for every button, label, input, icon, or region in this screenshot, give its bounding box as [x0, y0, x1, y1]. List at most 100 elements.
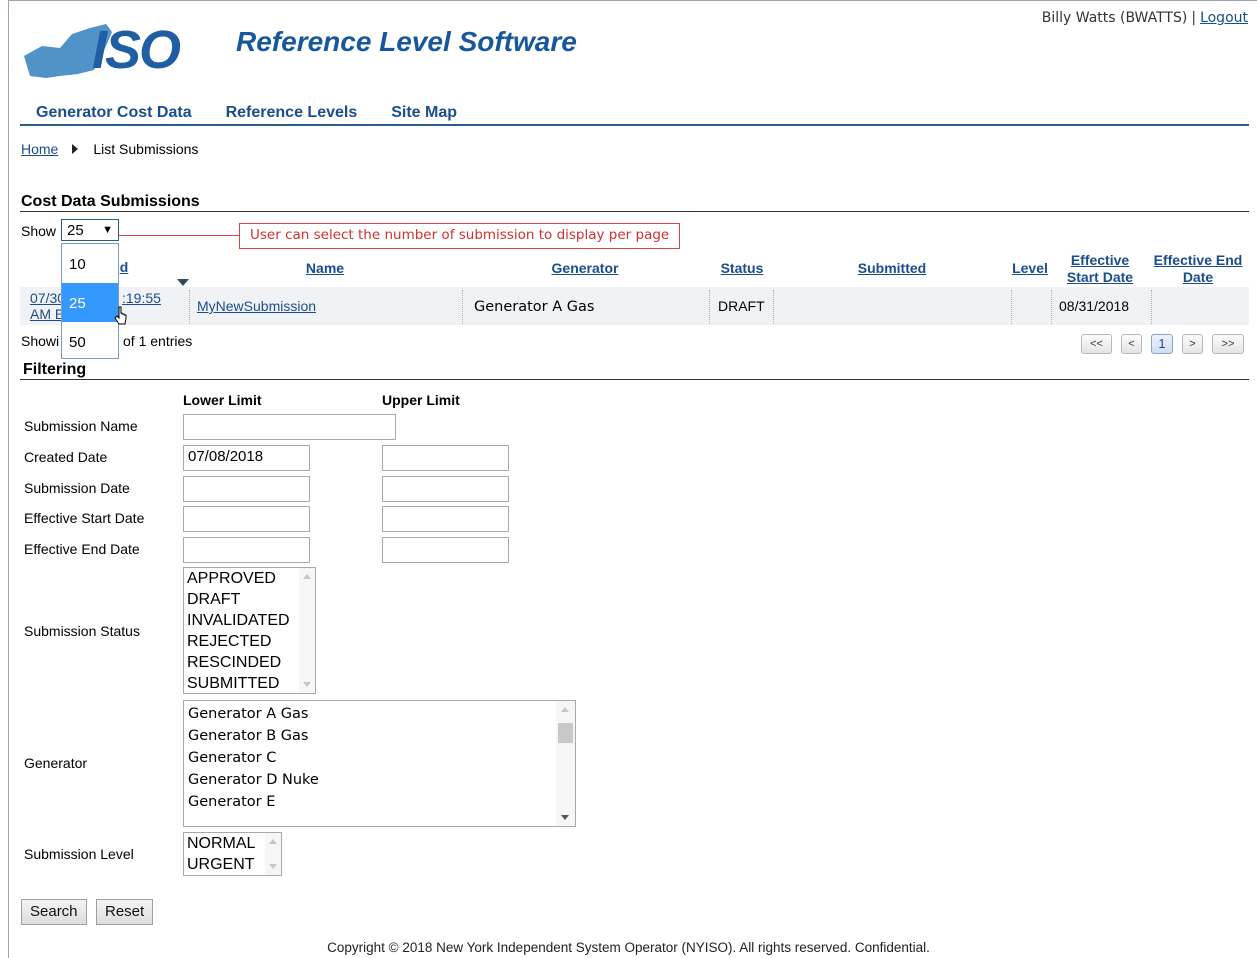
- status-option-invalidated[interactable]: INVALIDATED: [184, 610, 315, 631]
- status-option-draft[interactable]: DRAFT: [184, 589, 315, 610]
- effective-start-lower-input[interactable]: [183, 506, 310, 532]
- submissions-title: Cost Data Submissions: [21, 193, 200, 210]
- breadcrumb-arrow-icon: [72, 144, 79, 154]
- nav-site-map[interactable]: Site Map: [391, 104, 457, 122]
- page-size-option-25[interactable]: 25: [62, 283, 118, 322]
- column-name[interactable]: Name: [275, 260, 375, 277]
- generator-scrollbar[interactable]: [556, 701, 575, 826]
- filtering-title: Filtering: [23, 361, 87, 378]
- scroll-down-icon[interactable]: [269, 864, 277, 869]
- row-created-date-part1[interactable]: 07/30: [30, 290, 65, 306]
- submission-level-listbox[interactable]: NORMAL URGENT: [183, 832, 282, 876]
- pager-first-button[interactable]: <<: [1081, 334, 1112, 354]
- label-submission-name: Submission Name: [24, 418, 138, 434]
- pager-last-button[interactable]: >>: [1212, 334, 1244, 354]
- submissions-divider: [20, 211, 1249, 212]
- generator-option-a-gas[interactable]: Generator A Gas: [184, 703, 575, 725]
- pager-prev-button[interactable]: <: [1121, 334, 1142, 354]
- column-effective-end-date[interactable]: Effective End Date: [1148, 252, 1248, 286]
- annotation-callout: User can select the number of submission…: [239, 223, 681, 249]
- status-scrollbar[interactable]: [299, 568, 315, 693]
- generator-option-e[interactable]: Generator E: [184, 791, 575, 813]
- breadcrumb-current: List Submissions: [93, 141, 199, 157]
- user-name: Billy Watts (BWATTS): [1041, 10, 1188, 26]
- mouse-pointer-icon: [114, 306, 127, 325]
- scroll-up-icon[interactable]: [269, 839, 277, 844]
- nyiso-logo: ISO: [24, 20, 183, 80]
- label-submission-status: Submission Status: [24, 623, 140, 639]
- effective-end-upper-input[interactable]: [382, 537, 509, 563]
- page-size-value: 25: [67, 221, 84, 239]
- column-status[interactable]: Status: [712, 260, 772, 277]
- effective-end-lower-input[interactable]: [183, 537, 310, 563]
- filtering-divider: [20, 379, 1249, 380]
- pager-next-button[interactable]: >: [1182, 334, 1203, 354]
- upper-limit-heading: Upper Limit: [382, 392, 460, 408]
- generator-listbox[interactable]: Generator A Gas Generator B Gas Generato…: [183, 700, 576, 827]
- scroll-thumb[interactable]: [558, 723, 573, 743]
- generator-option-c[interactable]: Generator C: [184, 747, 575, 769]
- main-nav: Generator Cost Data Reference Levels Sit…: [36, 104, 491, 122]
- level-scrollbar[interactable]: [265, 833, 281, 875]
- svg-text:ISO: ISO: [92, 20, 181, 80]
- submission-name-input[interactable]: [183, 414, 396, 440]
- column-effective-start-date[interactable]: Effective Start Date: [1060, 252, 1140, 286]
- footer-copyright: Copyright © 2018 New York Independent Sy…: [327, 940, 930, 955]
- cell-divider: [462, 290, 463, 324]
- user-area: Billy Watts (BWATTS) | Logout: [1042, 10, 1248, 26]
- row-generator: Generator A Gas: [474, 299, 595, 315]
- search-button[interactable]: Search: [21, 899, 87, 925]
- cell-divider: [189, 290, 190, 324]
- effective-start-upper-input[interactable]: [382, 506, 509, 532]
- created-date-lower-input[interactable]: 07/08/2018: [183, 445, 310, 471]
- scroll-up-icon[interactable]: [303, 574, 311, 579]
- breadcrumb-home-link[interactable]: Home: [21, 141, 58, 157]
- callout-connector: [119, 235, 239, 236]
- status-option-approved[interactable]: APPROVED: [184, 568, 315, 589]
- row-status: DRAFT: [718, 298, 765, 314]
- page-size-option-10[interactable]: 10: [62, 244, 118, 283]
- label-submission-level: Submission Level: [24, 846, 134, 862]
- scroll-down-icon[interactable]: [561, 815, 569, 820]
- generator-option-b-gas[interactable]: Generator B Gas: [184, 725, 575, 747]
- column-generator[interactable]: Generator: [535, 260, 635, 277]
- breadcrumb: Home List Submissions: [21, 141, 198, 157]
- page-size-select[interactable]: 25 ▼: [61, 219, 119, 241]
- column-created-partial[interactable]: d: [118, 259, 130, 276]
- label-generator: Generator: [24, 755, 88, 771]
- row-effective-start-date: 08/31/2018: [1059, 298, 1130, 314]
- generator-option-d-nuke[interactable]: Generator D Nuke: [184, 769, 575, 791]
- status-option-rejected[interactable]: REJECTED: [184, 631, 315, 652]
- app-title: Reference Level Software: [236, 26, 577, 57]
- row-created-date-part2[interactable]: :19:55: [122, 290, 161, 306]
- row-created-date-part3[interactable]: AM E: [30, 306, 64, 322]
- scroll-down-icon[interactable]: [303, 682, 311, 687]
- column-submitted[interactable]: Submitted: [842, 260, 942, 277]
- label-created-date: Created Date: [24, 449, 108, 465]
- entries-info-end: of 1 entries: [123, 333, 193, 349]
- label-effective-end-date: Effective End Date: [24, 541, 140, 557]
- submission-status-listbox[interactable]: APPROVED DRAFT INVALIDATED REJECTED RESC…: [183, 567, 316, 694]
- nav-generator-cost-data[interactable]: Generator Cost Data: [36, 104, 192, 122]
- submission-date-lower-input[interactable]: [183, 476, 310, 502]
- lower-limit-heading: Lower Limit: [183, 392, 262, 408]
- page-size-option-50[interactable]: 50: [62, 322, 118, 361]
- entries-info-start: Showi: [21, 333, 60, 349]
- cell-divider: [709, 290, 710, 324]
- nav-reference-levels[interactable]: Reference Levels: [226, 104, 358, 122]
- logout-link[interactable]: Logout: [1200, 10, 1248, 26]
- user-separator: |: [1191, 10, 1197, 26]
- reset-button[interactable]: Reset: [96, 899, 154, 925]
- label-effective-start-date: Effective Start Date: [24, 510, 145, 526]
- status-option-submitted[interactable]: SUBMITTED: [184, 673, 315, 693]
- status-option-rescinded[interactable]: RESCINDED: [184, 652, 315, 673]
- sort-desc-icon[interactable]: [177, 279, 189, 286]
- row-submission-name-link[interactable]: MyNewSubmission: [197, 298, 316, 314]
- cell-divider: [1051, 290, 1052, 324]
- nav-divider: [20, 124, 1249, 126]
- submission-date-upper-input[interactable]: [382, 476, 509, 502]
- pager-page-1-button[interactable]: 1: [1151, 334, 1173, 354]
- column-level[interactable]: Level: [1008, 260, 1052, 277]
- created-date-upper-input[interactable]: [382, 445, 509, 471]
- scroll-up-icon[interactable]: [561, 707, 569, 712]
